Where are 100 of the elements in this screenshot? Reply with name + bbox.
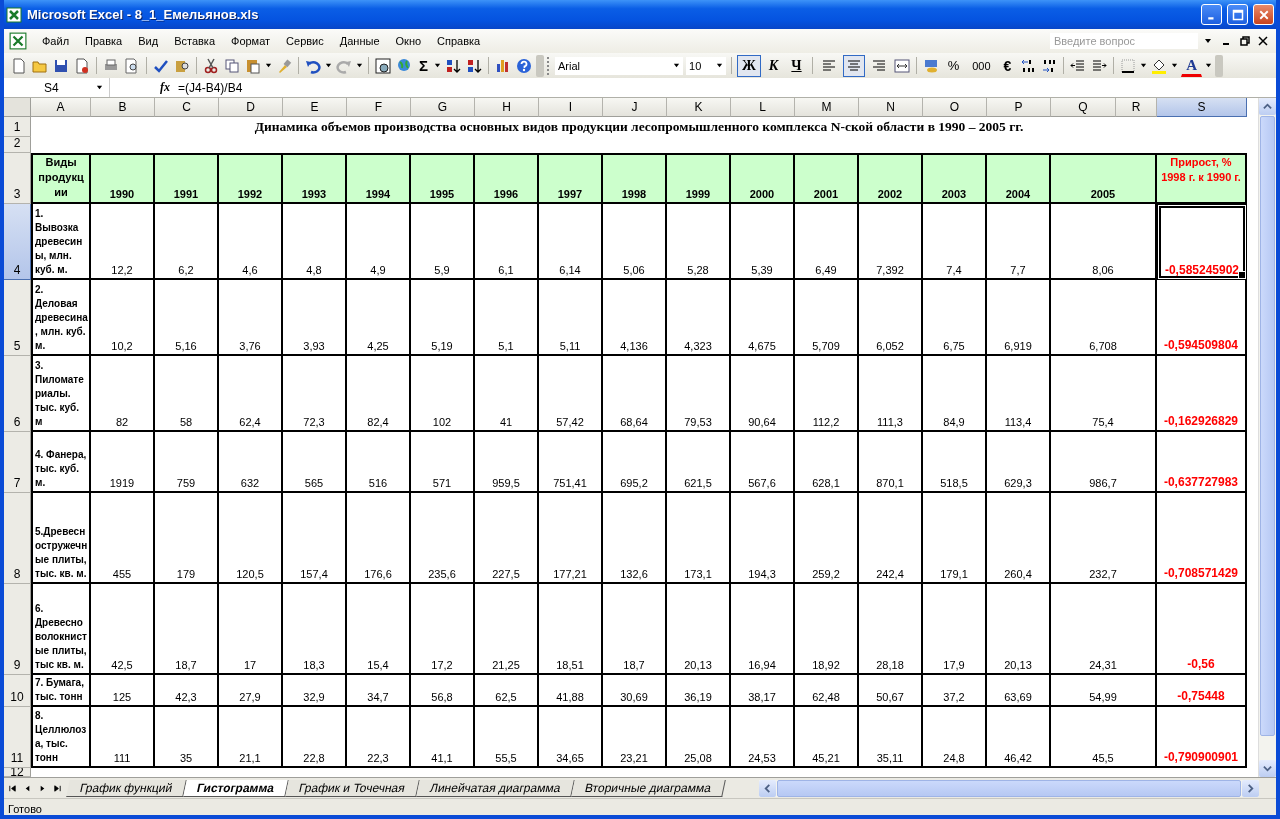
table-cell: 41 [475,356,539,432]
column-header[interactable]: I [539,98,603,117]
scroll-up-icon[interactable] [1263,102,1272,111]
close-icon[interactable] [1258,36,1268,46]
row-header[interactable]: 8 [4,493,31,584]
column-header[interactable]: M [795,98,859,117]
column-header[interactable]: O [923,98,987,117]
table-cell: 7. Бумага, тыс. тонн [31,675,91,707]
column-header[interactable]: L [731,98,795,117]
caret-icon[interactable] [716,62,723,69]
column-header[interactable]: R [1116,98,1157,117]
table-cell: 751,41 [539,432,603,493]
workbook-icon[interactable] [8,32,28,50]
menu-item[interactable]: Сервис [278,33,332,49]
row-header[interactable]: 5 [4,280,31,356]
column-header[interactable]: G [411,98,475,117]
caret-icon[interactable] [325,62,332,69]
toolbar-handle[interactable] [1215,54,1224,77]
sheet-tab[interactable]: График функций [66,779,188,797]
row-header[interactable]: 1 [4,117,31,137]
scroll-right-icon[interactable] [1246,783,1255,793]
last-sheet-icon[interactable] [53,783,62,793]
font-size-dropdown[interactable]: 10 [686,56,726,75]
table-cell: 621,5 [667,432,731,493]
format-button[interactable]: К [763,54,784,77]
number-format-button[interactable]: % [942,54,965,77]
previous-sheet-icon[interactable] [23,783,32,793]
number-format-button[interactable]: 000 [967,54,996,77]
scroll-down-icon[interactable] [1263,764,1272,773]
formula-field[interactable]: =(J4-B4)/B4 [176,80,243,95]
horizontal-scrollbar[interactable] [759,779,1259,797]
menu-item[interactable]: Данные [331,33,388,49]
restore-icon[interactable] [1240,36,1250,46]
menu-item[interactable]: Вид [130,33,167,49]
table-cell: 4,6 [219,204,283,280]
column-header[interactable]: A [31,98,91,117]
borders-icon[interactable] [1119,56,1138,75]
column-header[interactable]: C [155,98,219,117]
row-header[interactable]: 4 [4,204,31,280]
column-header[interactable]: K [667,98,731,117]
toolbar-handle[interactable] [536,54,544,77]
font-dropdown[interactable]: Arial [555,56,683,75]
row-header[interactable]: 10 [4,675,31,707]
scissors-icon[interactable] [202,56,220,75]
column-header[interactable]: F [347,98,411,117]
column-header[interactable]: D [219,98,283,117]
column-header[interactable]: S [1157,98,1247,117]
caret-icon[interactable] [434,62,441,69]
copy-icon[interactable] [223,56,241,75]
menu-item[interactable]: Правка [77,33,131,49]
row-header[interactable]: 9 [4,584,31,675]
caret-icon[interactable] [673,62,680,69]
number-format-button[interactable]: € [998,54,1017,77]
column-header[interactable]: H [475,98,539,117]
sheet-tab[interactable]: Линейчатая диаграмма [416,779,576,797]
column-header[interactable]: P [987,98,1051,117]
column-header[interactable]: Q [1051,98,1116,117]
function-button[interactable]: fx [110,80,176,95]
table-cell: 112,2 [795,356,859,432]
fill-handle[interactable] [1238,271,1246,279]
menu-item[interactable]: Файл [34,33,78,49]
menu-item[interactable]: Формат [223,33,279,49]
page-with-badge-icon[interactable] [73,56,91,75]
row-header[interactable]: 3 [4,153,31,204]
row-header[interactable]: 7 [4,432,31,493]
row-header[interactable]: 11 [4,707,31,768]
caret-icon[interactable] [356,62,363,69]
table-cell[interactable]: -0,585245902 [1157,204,1247,280]
table-cell: 4,8 [283,204,347,280]
table-cell: 179 [155,493,219,584]
row-header[interactable]: 6 [4,356,31,432]
caret-icon[interactable] [96,84,103,91]
caret-icon[interactable] [1204,37,1212,45]
format-button[interactable]: Ж [737,54,761,77]
caret-icon[interactable] [265,62,272,69]
column-header[interactable]: B [91,98,155,117]
column-header[interactable]: J [603,98,667,117]
autosum-button[interactable]: Σ [416,54,431,77]
row-header[interactable]: 2 [4,137,31,153]
menu-item[interactable]: Справка [429,33,489,49]
caret-icon[interactable] [1171,62,1179,69]
scroll-left-icon[interactable] [763,783,772,793]
table-cell: 5,19 [411,280,475,356]
new-document-icon[interactable] [10,56,28,75]
merge-center-icon[interactable] [892,56,911,75]
menu-item[interactable]: Окно [387,33,430,49]
format-button[interactable]: Ч [786,54,807,77]
sheet-tab[interactable]: График и Точечная [285,779,420,797]
column-header[interactable]: E [283,98,347,117]
sheet-tab[interactable]: Гистограмма [183,779,289,797]
vertical-scrollbar[interactable] [1258,98,1276,777]
sheet-tab[interactable]: Вторичные диаграмма [571,779,726,797]
caret-icon[interactable] [1140,62,1148,69]
column-header[interactable]: N [859,98,923,117]
help-icon[interactable] [515,56,533,75]
first-sheet-icon[interactable] [8,783,17,793]
caret-icon[interactable] [1205,62,1213,69]
help-search-field[interactable]: Введите вопрос [1050,33,1198,49]
menu-item[interactable]: Вставка [166,33,223,49]
next-sheet-icon[interactable] [38,783,47,793]
